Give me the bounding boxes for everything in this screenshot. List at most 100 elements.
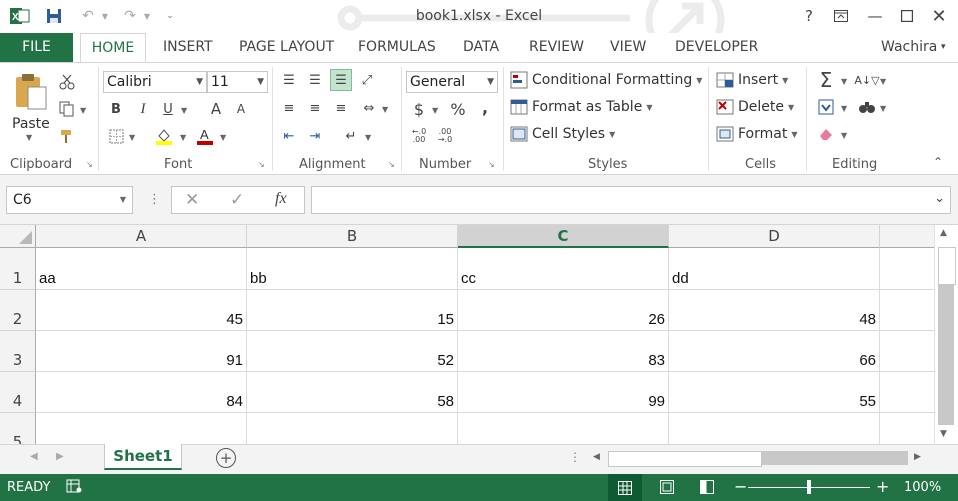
increase-decimal-button[interactable]: ←.0.00: [408, 125, 430, 147]
align-middle-icon[interactable]: ☰: [304, 69, 326, 91]
restore-icon[interactable]: [894, 5, 920, 27]
user-dropdown-icon[interactable]: ▾: [941, 33, 946, 62]
column-header-d[interactable]: D: [669, 225, 880, 248]
cell-e1[interactable]: [880, 248, 934, 290]
column-header-c[interactable]: C: [458, 225, 669, 248]
scroll-up-icon[interactable]: ▲: [940, 228, 947, 238]
cell-d1[interactable]: dd: [669, 248, 880, 290]
sheet-scroll-right-icon[interactable]: ▶: [56, 451, 64, 462]
currency-button[interactable]: $: [408, 98, 430, 120]
cell-c2[interactable]: 26: [458, 290, 669, 331]
cell-d4[interactable]: 55: [669, 372, 880, 413]
align-bottom-icon[interactable]: ☰: [330, 69, 352, 91]
formula-bar-grip-icon[interactable]: ⋮: [148, 192, 161, 207]
decrease-indent-icon[interactable]: ⇤: [278, 125, 300, 147]
find-select-dropdown-icon[interactable]: ▼: [880, 104, 886, 113]
tab-data[interactable]: DATA: [463, 33, 499, 62]
cancel-entry-button[interactable]: ✕: [185, 190, 199, 210]
scroll-thumb[interactable]: [938, 247, 956, 285]
zoom-in-icon[interactable]: +: [876, 477, 889, 496]
cell-d3[interactable]: 66: [669, 331, 880, 372]
align-right-icon[interactable]: ≡: [330, 97, 352, 119]
name-box[interactable]: C6 ▼: [6, 186, 133, 214]
font-launcher-icon[interactable]: ↘: [258, 160, 265, 169]
underline-button[interactable]: U: [157, 98, 179, 120]
close-icon[interactable]: ✕: [926, 5, 952, 27]
horizontal-scrollbar[interactable]: ◀ ▶: [590, 450, 930, 468]
zoom-slider-thumb[interactable]: [807, 480, 811, 494]
new-sheet-icon[interactable]: +: [216, 448, 236, 468]
comma-button[interactable]: ,: [474, 96, 496, 118]
collapse-ribbon-icon[interactable]: ⌃: [933, 155, 943, 169]
align-center-icon[interactable]: ≡: [304, 97, 326, 119]
font-name-combo[interactable]: Calibri ▼: [103, 71, 207, 93]
fill-color-icon[interactable]: [153, 125, 175, 147]
cell-b4[interactable]: 58: [247, 372, 458, 413]
cell-a4[interactable]: 84: [36, 372, 247, 413]
cell-a5[interactable]: [36, 413, 247, 444]
vertical-scrollbar[interactable]: ▲ ▼: [934, 225, 958, 444]
tab-home[interactable]: HOME: [80, 33, 146, 62]
decrease-decimal-button[interactable]: .00 →.0: [434, 125, 456, 147]
cell-c1[interactable]: cc: [458, 248, 669, 290]
copy-dropdown-icon[interactable]: ▼: [80, 106, 86, 115]
merge-dropdown-icon[interactable]: ▼: [382, 105, 388, 114]
sort-filter-dropdown-icon[interactable]: ▼: [880, 77, 886, 86]
align-top-icon[interactable]: ☰: [278, 69, 300, 91]
copy-icon[interactable]: [56, 98, 78, 120]
cell-styles-button[interactable]: Cell Styles ▼: [510, 125, 615, 143]
format-as-table-button[interactable]: Format as Table ▼: [510, 98, 652, 116]
italic-button[interactable]: I: [132, 98, 154, 120]
cell-b2[interactable]: 15: [247, 290, 458, 331]
fill-dropdown-icon[interactable]: ▼: [841, 104, 847, 113]
column-header-b[interactable]: B: [247, 225, 458, 248]
merge-center-icon[interactable]: ⇔: [358, 97, 380, 119]
hscroll-right-icon[interactable]: ▶: [914, 452, 921, 462]
cell-e2[interactable]: [880, 290, 934, 331]
user-name[interactable]: Wachira: [881, 33, 937, 62]
ribbon-display-icon[interactable]: [828, 5, 854, 27]
tab-bar-grip-icon[interactable]: ⋮: [569, 450, 581, 464]
tab-page-layout[interactable]: PAGE LAYOUT: [239, 33, 334, 62]
bold-button[interactable]: B: [105, 98, 127, 120]
chevron-down-icon[interactable]: ▼: [120, 187, 126, 213]
clipboard-launcher-icon[interactable]: ↘: [86, 160, 93, 169]
minimize-icon[interactable]: —: [862, 5, 888, 27]
formula-input[interactable]: ⌄: [311, 186, 951, 214]
tab-view[interactable]: VIEW: [610, 33, 646, 62]
cell-b5[interactable]: [247, 413, 458, 444]
grow-font-button[interactable]: A: [205, 98, 227, 120]
percent-button[interactable]: %: [447, 98, 469, 120]
cell-a3[interactable]: 91: [36, 331, 247, 372]
tab-formulas[interactable]: FORMULAS: [358, 33, 436, 62]
cell-d2[interactable]: 48: [669, 290, 880, 331]
paste-button[interactable]: Paste ▼: [8, 69, 54, 142]
number-format-combo[interactable]: General ▼: [406, 71, 498, 93]
font-color-dropdown-icon[interactable]: ▼: [220, 133, 226, 142]
normal-view-button[interactable]: [608, 474, 642, 501]
find-select-icon[interactable]: [856, 96, 878, 118]
cell-a1[interactable]: aa: [36, 248, 247, 290]
select-all-corner[interactable]: [0, 225, 36, 248]
expand-formula-icon[interactable]: ⌄: [934, 191, 945, 206]
delete-cells-button[interactable]: Delete ▼: [716, 98, 794, 116]
orientation-icon[interactable]: ⤢: [356, 69, 378, 91]
cell-c5[interactable]: [458, 413, 669, 444]
tab-file[interactable]: FILE: [0, 33, 73, 62]
page-layout-view-icon[interactable]: [660, 480, 674, 498]
autosum-dropdown-icon[interactable]: ▼: [841, 77, 847, 86]
row-header-4[interactable]: 4: [0, 372, 36, 413]
clear-dropdown-icon[interactable]: ▼: [841, 131, 847, 140]
row-header-2[interactable]: 2: [0, 290, 36, 331]
cell-b1[interactable]: bb: [247, 248, 458, 290]
format-cells-button[interactable]: Format ▼: [716, 125, 798, 143]
font-color-icon[interactable]: A: [194, 125, 216, 147]
cell-d5[interactable]: [669, 413, 880, 444]
increase-indent-icon[interactable]: ⇥: [304, 125, 326, 147]
alignment-launcher-icon[interactable]: ↘: [388, 160, 395, 169]
tab-insert[interactable]: INSERT: [163, 33, 213, 62]
row-header-1[interactable]: 1: [0, 248, 36, 290]
cell-c4[interactable]: 99: [458, 372, 669, 413]
number-launcher-icon[interactable]: ↘: [488, 160, 495, 169]
macro-record-icon[interactable]: [66, 479, 82, 497]
